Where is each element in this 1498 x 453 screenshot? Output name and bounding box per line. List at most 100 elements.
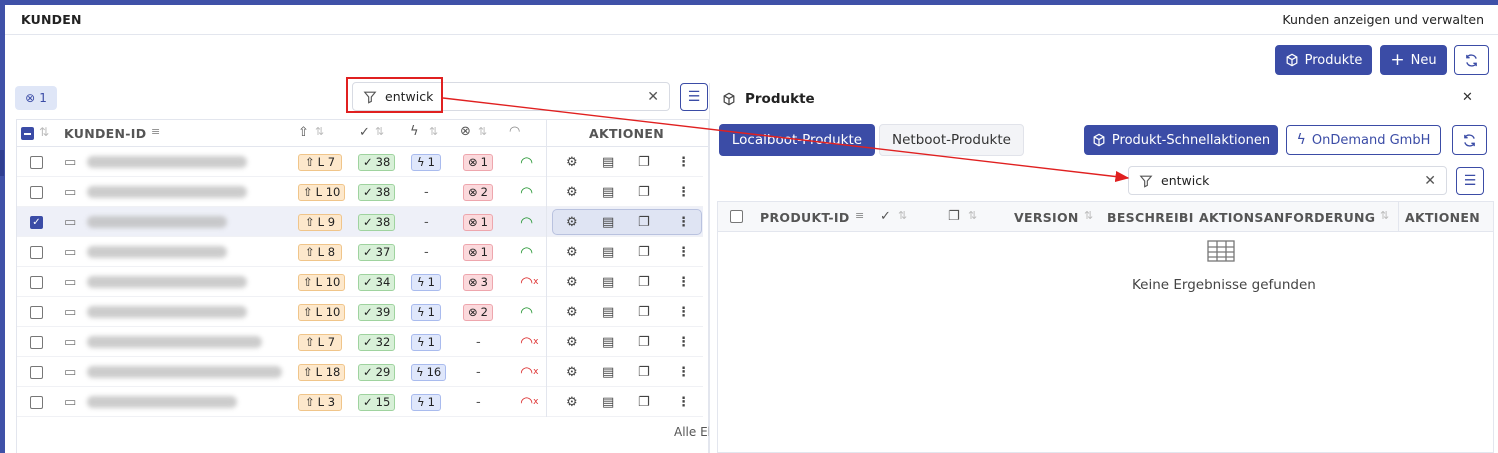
more-vertical-icon[interactable]: ⋮ [677,267,690,297]
new-button[interactable]: + Neu [1380,45,1447,75]
table-row[interactable]: ▭ ⇧ L 10 ✓ 39 ϟ 1 ⊗ 2 ◠ ⚙ ▤ ❐ ⋮ [17,297,703,327]
client-id-redacted[interactable] [87,156,247,168]
sort-icon[interactable]: ⇅ [1380,209,1389,222]
product-search-input[interactable]: entwick ✕ [1128,166,1447,195]
more-vertical-icon[interactable]: ⋮ [677,207,690,237]
arrow-up-circle-icon[interactable]: ⇧ [298,125,309,140]
left-edge-handle[interactable] [0,150,4,176]
document-icon[interactable]: ▤ [602,357,614,387]
check-circle-icon[interactable]: ✓ [359,125,370,140]
copy-icon[interactable]: ❐ [638,267,650,297]
client-id-redacted[interactable] [87,336,262,348]
copy-icon[interactable]: ❐ [638,177,650,207]
column-product-id[interactable]: PRODUKT-ID [760,210,850,225]
products-button[interactable]: Produkte [1275,45,1372,75]
copy-icon[interactable]: ❐ [638,297,650,327]
copy-icon[interactable]: ❐ [638,147,650,177]
row-checkbox[interactable] [30,185,43,199]
gear-icon[interactable]: ⚙ [566,207,578,237]
table-row[interactable]: ✓ ▭ ⇧ L 9 ✓ 38 - ⊗ 1 ◠ ⚙ ▤ ❐ ⋮ [17,207,703,237]
sort-icon[interactable]: ⇅ [375,125,384,138]
client-search-input[interactable]: entwick ✕ [352,82,670,111]
sort-icon[interactable]: ⇅ [429,125,438,138]
client-id-redacted[interactable] [87,366,282,378]
more-vertical-icon[interactable]: ⋮ [677,177,690,207]
document-icon[interactable]: ▤ [602,177,614,207]
row-checkbox[interactable] [30,395,43,409]
table-row[interactable]: ▭ ⇧ L 7 ✓ 32 ϟ 1 - ◠ x ⚙ ▤ ❐ ⋮ [17,327,703,357]
more-vertical-icon[interactable]: ⋮ [677,147,690,177]
gear-icon[interactable]: ⚙ [566,267,578,297]
client-id-redacted[interactable] [87,246,227,258]
gear-icon[interactable]: ⚙ [566,387,578,417]
table-row[interactable]: ▭ ⇧ L 3 ✓ 15 ϟ 1 - ◠ x ⚙ ▤ ❐ ⋮ [17,387,703,417]
close-panel-icon[interactable]: ✕ [1462,90,1473,105]
gear-icon[interactable]: ⚙ [566,237,578,267]
document-icon[interactable]: ▤ [602,237,614,267]
table-row[interactable]: ▭ ⇧ L 7 ✓ 38 ϟ 1 ⊗ 1 ◠ ⚙ ▤ ❐ ⋮ [17,147,703,177]
product-quick-actions-button[interactable]: Produkt-Schnellaktionen [1084,125,1278,155]
tab-localboot-products[interactable]: Localboot-Produkte [719,124,875,156]
column-version[interactable]: VERSION [1014,210,1079,225]
document-icon[interactable]: ▤ [602,207,614,237]
column-menu-icon[interactable]: ≡ [855,209,864,222]
clear-search-icon[interactable]: ✕ [647,89,659,105]
column-settings-button[interactable]: ☰ [680,83,708,111]
clear-search-icon[interactable]: ✕ [1424,173,1436,189]
more-vertical-icon[interactable]: ⋮ [677,387,690,417]
table-row[interactable]: ▭ ⇧ L 10 ✓ 34 ϟ 1 ⊗ 3 ◠ x ⚙ ▤ ❐ ⋮ [17,267,703,297]
gear-icon[interactable]: ⚙ [566,147,578,177]
more-vertical-icon[interactable]: ⋮ [677,297,690,327]
row-checkbox[interactable] [30,335,43,349]
document-icon[interactable]: ▤ [602,297,614,327]
row-checkbox[interactable] [30,155,43,169]
sort-icon[interactable]: ⇅ [968,209,977,222]
gear-icon[interactable]: ⚙ [566,177,578,207]
more-vertical-icon[interactable]: ⋮ [677,357,690,387]
copy-icon[interactable]: ❐ [638,327,650,357]
table-row[interactable]: ▭ ⇧ L 10 ✓ 38 - ⊗ 2 ◠ ⚙ ▤ ❐ ⋮ [17,177,703,207]
sort-icon[interactable]: ⇅ [39,125,49,139]
more-vertical-icon[interactable]: ⋮ [677,327,690,357]
sort-icon[interactable]: ⇅ [315,125,324,138]
more-vertical-icon[interactable]: ⋮ [677,237,690,267]
document-icon[interactable]: ▤ [602,327,614,357]
select-all-products-checkbox[interactable] [730,210,743,223]
copy-icon[interactable]: ❐ [948,209,960,224]
client-id-redacted[interactable] [87,306,247,318]
gear-icon[interactable]: ⚙ [566,357,578,387]
table-row[interactable]: ▭ ⇧ L 8 ✓ 37 - ⊗ 1 ◠ ⚙ ▤ ❐ ⋮ [17,237,703,267]
gear-icon[interactable]: ⚙ [566,327,578,357]
copy-icon[interactable]: ❐ [638,387,650,417]
x-circle-icon[interactable]: ⊗ [460,124,471,139]
depot-button[interactable]: ϟ OnDemand GmbH [1286,125,1441,155]
copy-icon[interactable]: ❐ [638,357,650,387]
flash-icon[interactable]: ϟ [410,124,419,139]
document-icon[interactable]: ▤ [602,387,614,417]
copy-icon[interactable]: ❐ [638,237,650,267]
row-checkbox[interactable] [30,245,43,259]
client-id-redacted[interactable] [87,186,247,198]
products-refresh-button[interactable] [1452,125,1487,155]
document-icon[interactable]: ▤ [602,147,614,177]
table-row[interactable]: ▭ ⇧ L 18 ✓ 29 ϟ 16 - ◠ x ⚙ ▤ ❐ ⋮ [17,357,703,387]
check-circle-icon[interactable]: ✓ [880,209,891,224]
product-column-settings-button[interactable]: ☰ [1456,167,1484,195]
row-checkbox[interactable] [30,305,43,319]
column-description[interactable]: BESCHREIBI [1107,210,1193,225]
document-icon[interactable]: ▤ [602,267,614,297]
tab-netboot-products[interactable]: Netboot-Produkte [879,124,1024,156]
select-all-checkbox[interactable] [21,127,34,140]
sort-icon[interactable]: ⇅ [898,209,907,222]
refresh-button[interactable] [1454,45,1489,75]
column-action-request[interactable]: AKTIONSANFORDERUNG [1199,210,1375,225]
column-client-id[interactable]: KUNDEN-ID [64,126,146,141]
gear-icon[interactable]: ⚙ [566,297,578,327]
sort-icon[interactable]: ⇅ [1084,209,1093,222]
column-menu-icon[interactable]: ≡ [151,125,160,138]
copy-icon[interactable]: ❐ [638,207,650,237]
filter-count-chip[interactable]: ⊗ 1 [15,86,57,110]
client-id-redacted[interactable] [87,216,227,228]
client-id-redacted[interactable] [87,396,237,408]
row-checkbox[interactable] [30,365,43,379]
